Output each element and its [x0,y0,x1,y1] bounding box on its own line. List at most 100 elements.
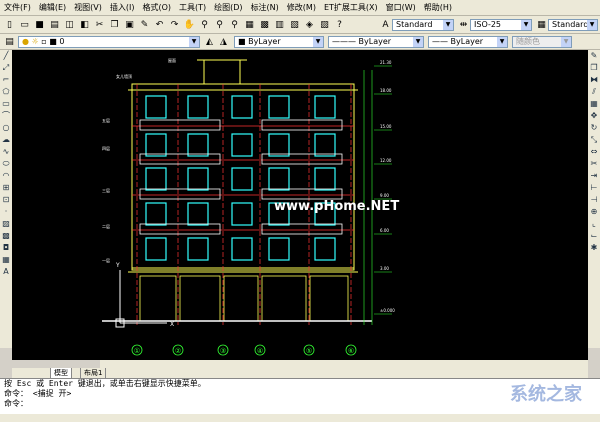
dim-style-select[interactable]: ISO-25 ▼ [470,19,532,31]
offset-icon[interactable]: ⫽ [588,86,600,98]
match-properties-icon[interactable]: ✎ [138,18,151,31]
mtext-icon[interactable]: A [0,266,12,278]
menu-edit[interactable]: 编辑(E) [35,0,70,16]
array-icon[interactable]: ▦ [588,98,600,110]
axis-label: ④ [257,347,263,355]
region-icon[interactable]: ◘ [0,242,12,254]
move-icon[interactable]: ✥ [588,110,600,122]
properties-icon[interactable]: ▦ [243,18,256,31]
zoom-window-icon[interactable]: ⚲ [213,18,226,31]
brand-watermark: 系统之家 [510,384,582,405]
sun-icon: ☼ [31,37,39,46]
rotate-icon[interactable]: ↻ [588,122,600,134]
chevron-down-icon: ▼ [313,37,323,47]
roof-label: 女儿墙顶 [116,73,132,79]
text-style-icon: A [382,19,389,30]
ucs-x-label: X [170,321,174,328]
trim-icon[interactable]: ✂ [588,158,600,170]
rectangle-icon[interactable]: ▭ [0,98,12,110]
break-at-point-icon[interactable]: ⊢ [588,182,600,194]
cut-icon[interactable]: ✂ [93,18,106,31]
axis-label: ⑤ [306,347,312,355]
preview-icon[interactable]: ◫ [63,18,76,31]
construction-line-icon[interactable]: ⤢ [0,62,12,74]
chevron-down-icon: ▼ [413,37,423,47]
drawing-canvas[interactable]: 21.30 18.00 15.00 12.00 9.00 6.00 3.00 ±… [12,50,588,360]
ellipse-icon[interactable]: ⬭ [0,158,12,170]
publish-icon[interactable]: ◧ [78,18,91,31]
color-select[interactable]: ■ ByLayer ▼ [234,36,324,48]
menu-window[interactable]: 窗口(W) [382,0,420,16]
new-icon[interactable]: ▯ [3,18,16,31]
layer-select[interactable]: ● ☼ ▫ ■ 0 ▼ [18,36,200,48]
extend-icon[interactable]: ⇥ [588,170,600,182]
circle-icon[interactable]: ○ [0,122,12,134]
break-icon[interactable]: ⊣ [588,194,600,206]
menu-format[interactable]: 格式(O) [138,0,175,16]
axis-label: ② [175,347,181,355]
insert-block-icon[interactable]: ⊞ [0,182,12,194]
text-style-select[interactable]: Standard ▼ [392,19,454,31]
horizontal-scrollbar[interactable] [100,360,588,368]
paste-icon[interactable]: ▣ [123,18,136,31]
fillet-icon[interactable]: ⌙ [588,230,600,242]
copy-icon[interactable]: ❐ [108,18,121,31]
markup-icon[interactable]: ◈ [303,18,316,31]
line-icon[interactable]: ╱ [0,50,12,62]
gradient-icon[interactable]: ▩ [0,230,12,242]
revcloud-icon[interactable]: ☁ [0,134,12,146]
zoom-realtime-icon[interactable]: ⚲ [198,18,211,31]
chevron-down-icon: ▼ [189,37,199,47]
menu-draw[interactable]: 绘图(D) [210,0,246,16]
hatch-icon[interactable]: ▨ [0,218,12,230]
arc-icon[interactable]: ⌒ [0,110,12,122]
undo-icon[interactable]: ↶ [153,18,166,31]
menu-tools[interactable]: 工具(T) [175,0,210,16]
menu-dimension[interactable]: 标注(N) [247,0,283,16]
table-style-select[interactable]: Standard ▼ [548,19,598,31]
elev-label: ±0.000 [380,308,395,313]
ucs-y-label: Y [115,262,120,269]
polygon-icon[interactable]: ⬠ [0,86,12,98]
linetype-select[interactable]: ——— ByLayer ▼ [328,36,424,48]
scale-icon[interactable]: ⤡ [588,134,600,146]
save-icon[interactable]: ■ [33,18,46,31]
elev-label: 21.30 [380,60,392,65]
stretch-icon[interactable]: ⇔ [588,146,600,158]
tool-palette-icon[interactable]: ▥ [273,18,286,31]
spline-icon[interactable]: ∿ [0,146,12,158]
point-icon[interactable]: · [0,206,12,218]
join-icon[interactable]: ⊕ [588,206,600,218]
mirror-icon[interactable]: ⧓ [588,74,600,86]
print-icon[interactable]: ▤ [48,18,61,31]
menu-help[interactable]: 帮助(H) [420,0,456,16]
sheet-set-icon[interactable]: ▧ [288,18,301,31]
make-current-layer-icon[interactable]: ◭ [203,35,216,48]
menu-view[interactable]: 视图(V) [70,0,106,16]
layer-manager-icon[interactable]: ▤ [3,35,16,48]
floor-label: 四层 [102,145,110,151]
help-icon[interactable]: ? [333,18,346,31]
layer-previous-icon[interactable]: ◮ [217,35,230,48]
chevron-down-icon: ▼ [521,20,531,30]
calc-icon[interactable]: ▨ [318,18,331,31]
menu-file[interactable]: 文件(F) [0,0,35,16]
table-icon[interactable]: ▦ [0,254,12,266]
explode-icon[interactable]: ✱ [588,242,600,254]
pan-icon[interactable]: ✋ [183,18,196,31]
design-center-icon[interactable]: ▩ [258,18,271,31]
menu-insert[interactable]: 插入(I) [106,0,139,16]
redo-icon[interactable]: ↷ [168,18,181,31]
make-block-icon[interactable]: ⊡ [0,194,12,206]
menu-et-tools[interactable]: ET扩展工具(X) [320,0,382,16]
polyline-icon[interactable]: ⌐ [0,74,12,86]
copy-object-icon[interactable]: ❐ [588,62,600,74]
menu-modify[interactable]: 修改(M) [283,0,320,16]
erase-icon[interactable]: ✎ [588,50,600,62]
chevron-down-icon: ▼ [497,37,507,47]
lineweight-select[interactable]: —— ByLayer ▼ [428,36,508,48]
chamfer-icon[interactable]: ⌞ [588,218,600,230]
ellipse-arc-icon[interactable]: ◠ [0,170,12,182]
open-icon[interactable]: ▭ [18,18,31,31]
zoom-previous-icon[interactable]: ⚲ [228,18,241,31]
